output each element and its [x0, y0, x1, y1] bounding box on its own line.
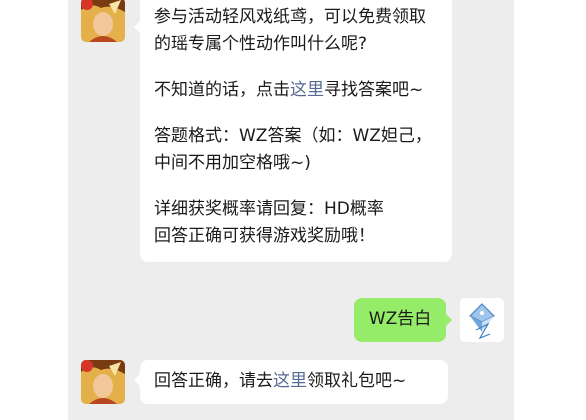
reply-text: WZ告白 [368, 309, 432, 329]
probability-text: 详细获奖概率请回复：HD概率 [154, 199, 384, 219]
message-bubble-incoming: 参与活动轻风戏纸鸢，可以免费领取的瑶专属个性动作叫什么呢? 不知道的话，点击这里… [134, 0, 452, 262]
chat-area: 参与活动轻风戏纸鸢，可以免费领取的瑶专属个性动作叫什么呢? 不知道的话，点击这里… [68, 0, 514, 420]
answer-link[interactable]: 这里 [290, 80, 324, 100]
message-bubble-outgoing: WZ告白 [354, 298, 452, 342]
claim-gift-link[interactable]: 这里 [273, 371, 307, 391]
user-avatar[interactable] [460, 298, 504, 342]
reward-text: 回答正确可获得游戏奖励哦！ [154, 226, 375, 246]
correct-answer-text: 回答正确，请去这里领取礼包吧~ [154, 371, 407, 391]
hint-text: 不知道的话，点击这里寻找答案吧~ [154, 80, 424, 100]
user-crystal-avatar-icon [460, 298, 504, 342]
game-hero-avatar-icon [81, 0, 125, 42]
official-account-avatar[interactable] [81, 0, 125, 42]
question-text: 参与活动轻风戏纸鸢，可以免费领取的瑶专属个性动作叫什么呢? [154, 7, 426, 54]
game-hero-avatar-icon [81, 360, 125, 404]
answer-format-text: 答题格式：WZ答案（如：WZ妲己，中间不用加空格哦~) [154, 126, 432, 173]
message-bubble-incoming: 回答正确，请去这里领取礼包吧~ [134, 360, 448, 404]
official-account-avatar[interactable] [81, 360, 125, 404]
